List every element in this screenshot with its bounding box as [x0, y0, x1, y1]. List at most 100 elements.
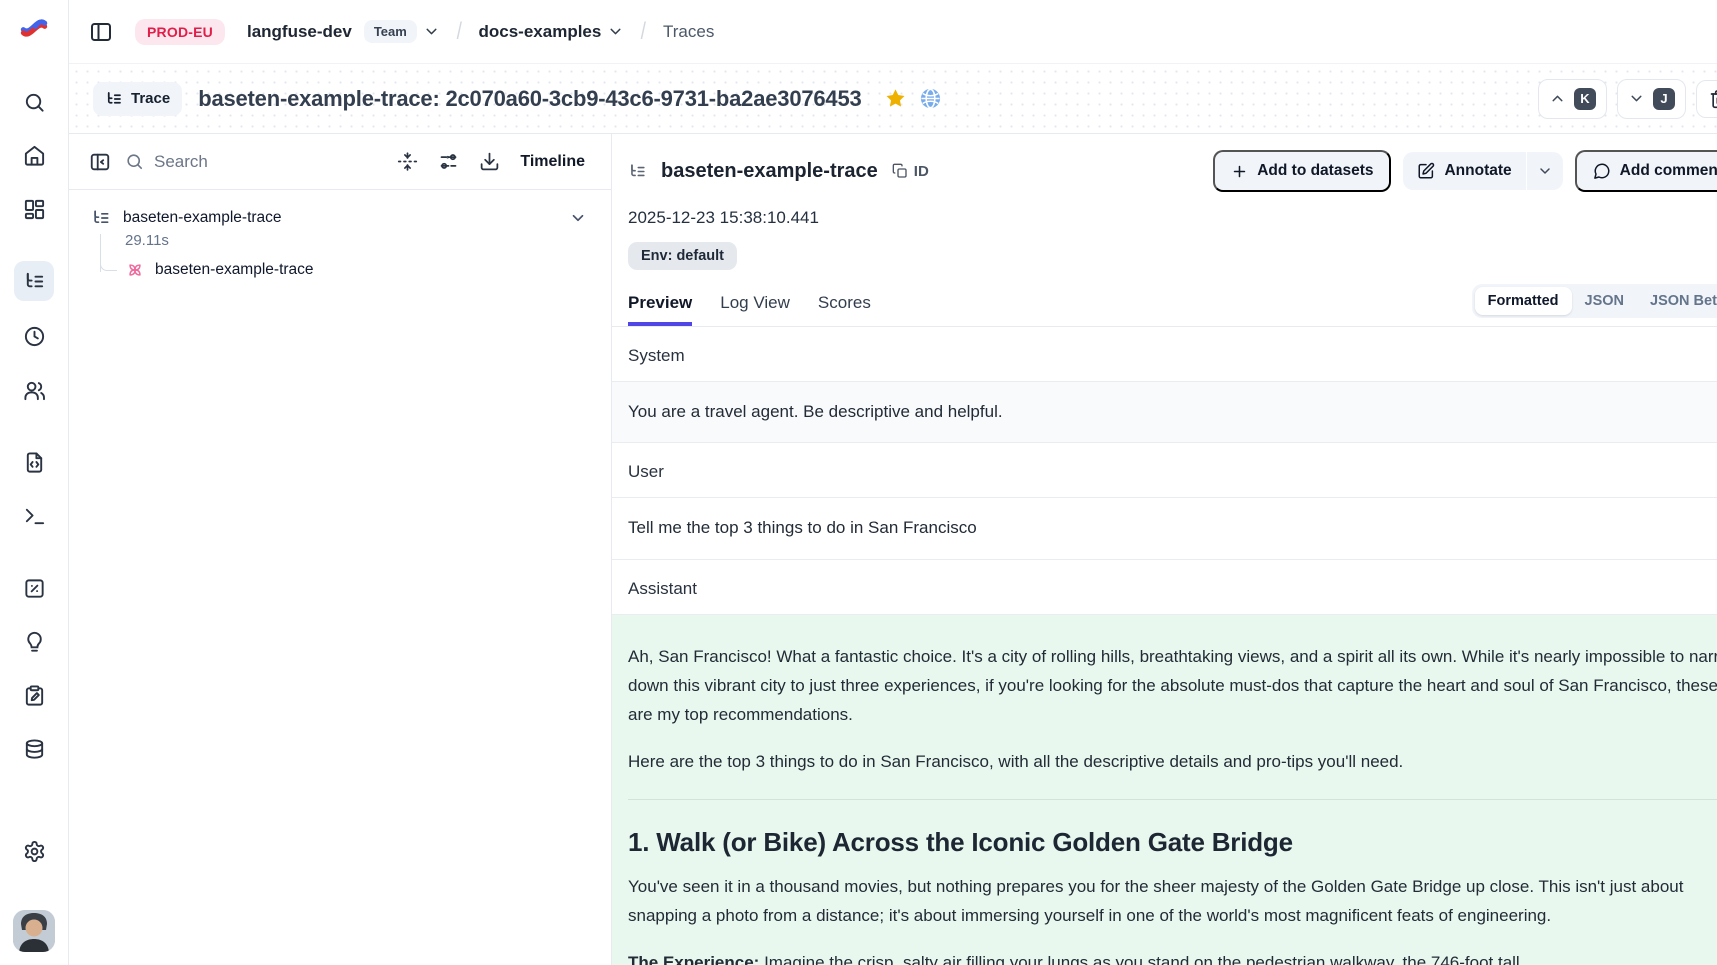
user-role-label: User [612, 443, 1717, 497]
assistant-paragraph: You've seen it in a thousand movies, but… [628, 872, 1717, 930]
assistant-bold-lead: The Experience: [628, 953, 759, 965]
tab-preview[interactable]: Preview [628, 293, 692, 326]
breadcrumb-separator: / [641, 18, 646, 46]
view-option-json[interactable]: JSON [1572, 287, 1638, 315]
assistant-paragraph: Ah, San Francisco! What a fantastic choi… [628, 642, 1717, 730]
annotate-button[interactable]: Annotate [1403, 152, 1525, 190]
tree-elbow-connector [100, 257, 117, 271]
plus-icon [1231, 163, 1248, 180]
tree-connector [100, 234, 101, 272]
tree-child-row[interactable]: baseten-example-trace [91, 261, 587, 279]
tree-root-row[interactable]: baseten-example-trace [91, 208, 587, 228]
trace-detail-panel: baseten-example-trace ID Add to datasets… [612, 134, 1717, 965]
breadcrumb-org[interactable]: langfuse-dev [247, 22, 352, 42]
trace-chip-label: Trace [131, 90, 170, 107]
span-pinwheel-icon [126, 261, 144, 279]
timeline-toggle-label[interactable]: Timeline [520, 153, 585, 171]
tree-child-label: baseten-example-trace [155, 261, 314, 279]
assistant-paragraph: Here are the top 3 things to do in San F… [628, 747, 1717, 776]
trash-icon [1709, 89, 1717, 109]
breadcrumb-project[interactable]: docs-examples [479, 22, 602, 42]
tab-scores[interactable]: Scores [818, 293, 871, 326]
assistant-paragraph-text: Imagine the crisp, salty air filling you… [764, 953, 1520, 965]
tree-panel-toolbar: Timeline [69, 134, 611, 190]
body-split: Timeline baseten-example-trace [69, 134, 1717, 965]
copy-icon [892, 163, 908, 179]
next-shortcut-key: J [1653, 88, 1675, 110]
search-icon [125, 152, 144, 171]
assistant-heading: 1. Walk (or Bike) Across the Iconic Gold… [628, 822, 1717, 862]
comment-bubble-icon [1593, 162, 1611, 180]
evaluation-percent-icon[interactable] [14, 568, 54, 608]
detail-title: baseten-example-trace [661, 160, 878, 183]
icon-rail [0, 0, 69, 965]
view-settings-icon[interactable] [438, 151, 459, 172]
insights-lightbulb-icon[interactable] [14, 622, 54, 662]
annotate-label: Annotate [1444, 162, 1511, 180]
annotate-dropdown-chevron-icon[interactable] [1527, 152, 1563, 190]
breadcrumb-section[interactable]: Traces [663, 22, 714, 42]
prompts-file-code-icon[interactable] [14, 442, 54, 482]
home-icon[interactable] [14, 135, 54, 175]
view-option-formatted[interactable]: Formatted [1475, 287, 1572, 315]
tree-children: 29.11s baseten-example-trace [91, 232, 587, 279]
view-format-toggle: Formatted JSON JSON Beta [1472, 284, 1717, 318]
collapse-all-icon[interactable] [397, 151, 418, 172]
user-avatar[interactable] [13, 910, 55, 952]
chevron-down-icon [1628, 90, 1645, 107]
users-icon[interactable] [14, 370, 54, 410]
message-list: System You are a travel agent. Be descri… [612, 327, 1717, 965]
copy-id-button[interactable]: ID [892, 163, 929, 180]
add-to-datasets-button[interactable]: Add to datasets [1213, 150, 1391, 192]
langfuse-logo-icon[interactable] [19, 13, 49, 43]
view-option-json-beta[interactable]: JSON Beta [1637, 287, 1717, 315]
markdown-divider [628, 799, 1717, 800]
add-comment-label: Add comment [1620, 162, 1717, 180]
sessions-clock-icon[interactable] [14, 316, 54, 356]
annotation-clipboard-icon[interactable] [14, 675, 54, 715]
tree-collapse-chevron-icon[interactable] [569, 209, 587, 227]
trace-tree-panel: Timeline baseten-example-trace [69, 134, 612, 965]
download-icon[interactable] [479, 151, 500, 172]
annotate-split-button: Annotate [1403, 152, 1562, 190]
assistant-paragraph: The Experience: Imagine the crisp, salty… [628, 948, 1717, 965]
search-icon[interactable] [14, 82, 54, 122]
chevron-up-icon [1549, 90, 1566, 107]
tab-log-view[interactable]: Log View [720, 293, 790, 326]
tree-search-input[interactable] [154, 152, 334, 172]
trace-node-icon [91, 208, 111, 228]
public-globe-icon[interactable] [919, 87, 942, 110]
app-root: PROD-EU langfuse-dev Team / docs-example… [0, 0, 1717, 965]
assistant-role-label: Assistant [612, 560, 1717, 614]
dashboards-icon[interactable] [14, 189, 54, 229]
sidebar-toggle-icon[interactable] [89, 20, 113, 44]
prev-shortcut-key: K [1574, 88, 1596, 110]
add-comment-button[interactable]: Add comment [1575, 150, 1717, 192]
project-chevron-down-icon[interactable] [607, 23, 624, 40]
settings-gear-icon[interactable] [14, 831, 54, 871]
content-column: PROD-EU langfuse-dev Team / docs-example… [69, 0, 1717, 965]
org-chevron-down-icon[interactable] [423, 23, 440, 40]
tracing-icon[interactable] [14, 261, 54, 301]
env-badge[interactable]: Env: default [628, 242, 737, 270]
top-navigation: PROD-EU langfuse-dev Team / docs-example… [69, 0, 1717, 64]
system-role-label: System [612, 327, 1717, 381]
trace-node-icon [628, 162, 647, 181]
detail-header: baseten-example-trace ID Add to datasets… [612, 134, 1717, 192]
delete-trace-button[interactable] [1696, 80, 1717, 118]
collapse-panel-icon[interactable] [89, 151, 111, 173]
playground-terminal-icon[interactable] [14, 495, 54, 535]
user-message-text: Tell me the top 3 things to do in San Fr… [628, 518, 977, 537]
tree-search[interactable] [125, 152, 383, 172]
detail-tabs: Preview Log View Scores [628, 293, 871, 326]
environment-badge[interactable]: PROD-EU [135, 19, 225, 45]
system-message: You are a travel agent. Be descriptive a… [612, 381, 1717, 443]
bookmark-star-icon[interactable] [884, 87, 907, 110]
datasets-database-icon[interactable] [14, 729, 54, 769]
prev-trace-button[interactable]: K [1538, 79, 1607, 119]
id-label: ID [914, 163, 929, 180]
list-tree-icon [105, 90, 123, 108]
trace-timestamp: 2025-12-23 15:38:10.441 [612, 192, 1717, 228]
next-trace-button[interactable]: J [1617, 79, 1686, 119]
org-type-badge: Team [364, 20, 417, 43]
